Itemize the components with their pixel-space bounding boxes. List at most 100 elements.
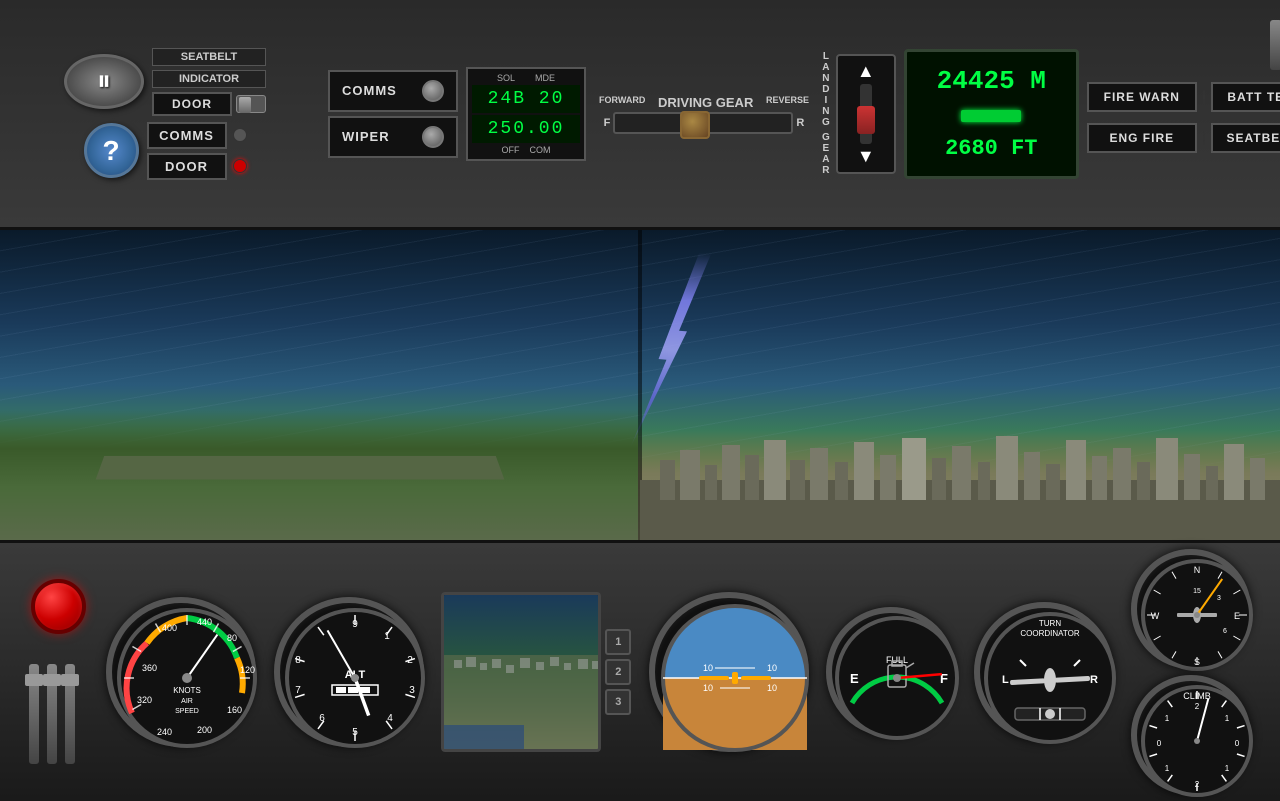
fuel-gauge: E F FULL	[826, 607, 956, 737]
seatbelt-label: SEATBELT	[152, 48, 266, 66]
radio-display-section: SOL MDE 24B 20 250.00 OFF COM	[466, 67, 586, 161]
svg-text:10: 10	[767, 683, 777, 693]
svg-text:E: E	[850, 671, 859, 686]
altitude-bar	[961, 110, 1021, 122]
svg-text:2: 2	[407, 655, 413, 666]
wiper-knob[interactable]	[422, 126, 444, 148]
svg-text:0: 0	[1157, 739, 1162, 748]
svg-text:200: 200	[197, 725, 212, 735]
eng-fire-btn[interactable]: ENG FIRE	[1087, 123, 1197, 153]
svg-text:8: 8	[295, 655, 301, 666]
gps-section: 1 2 3	[441, 592, 631, 752]
svg-text:160: 160	[227, 705, 242, 715]
gps-btn-1[interactable]: 1	[605, 629, 631, 655]
door-btn-2[interactable]: DOOR	[147, 153, 227, 180]
fire-warn-btn[interactable]: FIRE WARN	[1087, 82, 1197, 112]
comms-btn-main[interactable]: COMMS	[328, 70, 458, 112]
svg-text:L: L	[1002, 674, 1009, 686]
radio-scroll[interactable]	[1270, 20, 1280, 70]
svg-text:15: 15	[1193, 588, 1201, 595]
arrow-down-icon: ▼	[857, 146, 875, 167]
svg-text:120: 120	[240, 665, 255, 675]
svg-text:2: 2	[1195, 702, 1200, 711]
warnings-section: FIRE WARN BATT TEMP HIGH ALT WARN ENG FI…	[1087, 75, 1280, 153]
svg-text:3: 3	[1217, 595, 1221, 602]
svg-text:AIR: AIR	[181, 698, 193, 705]
svg-text:N: N	[1194, 565, 1201, 575]
indicator-label: INDICATOR	[152, 70, 266, 88]
radio-freq-1: 24B 20	[472, 85, 580, 113]
reverse-label: REVERSE	[766, 95, 809, 110]
door-label-1[interactable]: DOOR	[152, 92, 232, 116]
wiper-btn[interactable]: WIPER	[328, 116, 458, 158]
door-indicator	[233, 159, 247, 173]
landing-gear-text: LANDING GEAR	[822, 51, 832, 176]
svg-text:KNOTS: KNOTS	[173, 686, 201, 695]
batt-temp-btn[interactable]: BATT TEMP	[1211, 82, 1280, 112]
fire-warn-indicator	[1203, 90, 1205, 104]
gear-slider-knob[interactable]	[680, 111, 710, 139]
r-label: R	[796, 117, 804, 129]
bottom-panel: 320 360 400 440 80 120 160 200 240 KNOTS…	[0, 540, 1280, 800]
f-label: F	[604, 117, 611, 129]
landing-gear-indicator: ▲ ▼	[836, 54, 896, 174]
flight-viewport	[0, 230, 1280, 540]
svg-text:1: 1	[1165, 714, 1170, 723]
lever-3[interactable]	[65, 664, 75, 764]
svg-text:360: 360	[142, 663, 157, 673]
seatbelt-section: SEATBELT INDICATOR DOOR ? COMMS DOOR	[10, 48, 320, 180]
svg-text:1: 1	[1225, 714, 1230, 723]
gear-bar-track	[860, 84, 872, 144]
svg-text:R: R	[1090, 674, 1098, 686]
door-toggle-1[interactable]	[236, 95, 266, 113]
driving-gear-section: FORWARD DRIVING GEAR REVERSE F R	[594, 93, 814, 134]
svg-text:440: 440	[197, 617, 212, 627]
landing-gear-section: LANDING GEAR ▲ ▼	[822, 51, 896, 176]
svg-text:9: 9	[352, 619, 358, 630]
altimeter-gauge: 9 1 2 3 4 5 6 7 8 ALT	[274, 597, 424, 747]
attitude-indicator: 10 10 10 10	[649, 592, 809, 752]
svg-text:TURN: TURN	[1039, 619, 1061, 628]
svg-text:COORDINATOR: COORDINATOR	[1020, 629, 1079, 638]
comms-indicator	[233, 128, 247, 142]
comms-btn[interactable]: COMMS	[147, 122, 227, 149]
svg-text:4: 4	[387, 713, 393, 724]
emergency-button[interactable]	[31, 579, 86, 634]
top-panel: SEATBELT INDICATOR DOOR ? COMMS DOOR	[0, 0, 1280, 230]
radio-com-label: COM	[530, 145, 551, 155]
gear-title: DRIVING GEAR	[658, 95, 753, 110]
svg-text:320: 320	[137, 695, 152, 705]
svg-text:1: 1	[384, 631, 390, 642]
svg-text:FULL: FULL	[886, 655, 908, 665]
radio-off-label: OFF	[502, 145, 520, 155]
gps-btn-2[interactable]: 2	[605, 659, 631, 685]
gps-btn-3[interactable]: 3	[605, 689, 631, 715]
svg-text:5: 5	[352, 727, 358, 738]
seatbelts-btn[interactable]: SEATBELTS	[1211, 123, 1280, 153]
svg-text:10: 10	[767, 663, 777, 673]
svg-text:0: 0	[1235, 739, 1240, 748]
svg-text:SPEED: SPEED	[175, 708, 199, 715]
stacked-gauges: N E S W	[1131, 549, 1251, 795]
emergency-section	[29, 579, 89, 764]
gps-buttons: 1 2 3	[605, 629, 631, 715]
forward-label: FORWARD	[599, 95, 645, 110]
altitude-display: 24425 M 2680 FT	[904, 49, 1079, 179]
turn-coordinator: TURN COORDINATOR L R	[974, 602, 1114, 742]
throttle-levers	[29, 644, 89, 764]
gear-slider-track[interactable]	[613, 112, 793, 134]
compass-gauge: N E S W	[1131, 549, 1251, 669]
help-icon[interactable]: ?	[84, 123, 139, 178]
comms-knob[interactable]	[422, 80, 444, 102]
svg-text:10: 10	[703, 683, 713, 693]
gear-bar-red	[857, 106, 875, 134]
svg-text:6: 6	[319, 713, 325, 724]
lever-2[interactable]	[47, 664, 57, 764]
comms-wiper-section: COMMS WIPER	[328, 70, 458, 158]
altitude-meters: 24425 M	[937, 66, 1046, 96]
mde-label: MDE	[535, 73, 555, 83]
svg-text:10: 10	[703, 663, 713, 673]
sol-label: SOL	[497, 73, 515, 83]
eng-fire-indicator	[1203, 131, 1205, 145]
lever-1[interactable]	[29, 664, 39, 764]
